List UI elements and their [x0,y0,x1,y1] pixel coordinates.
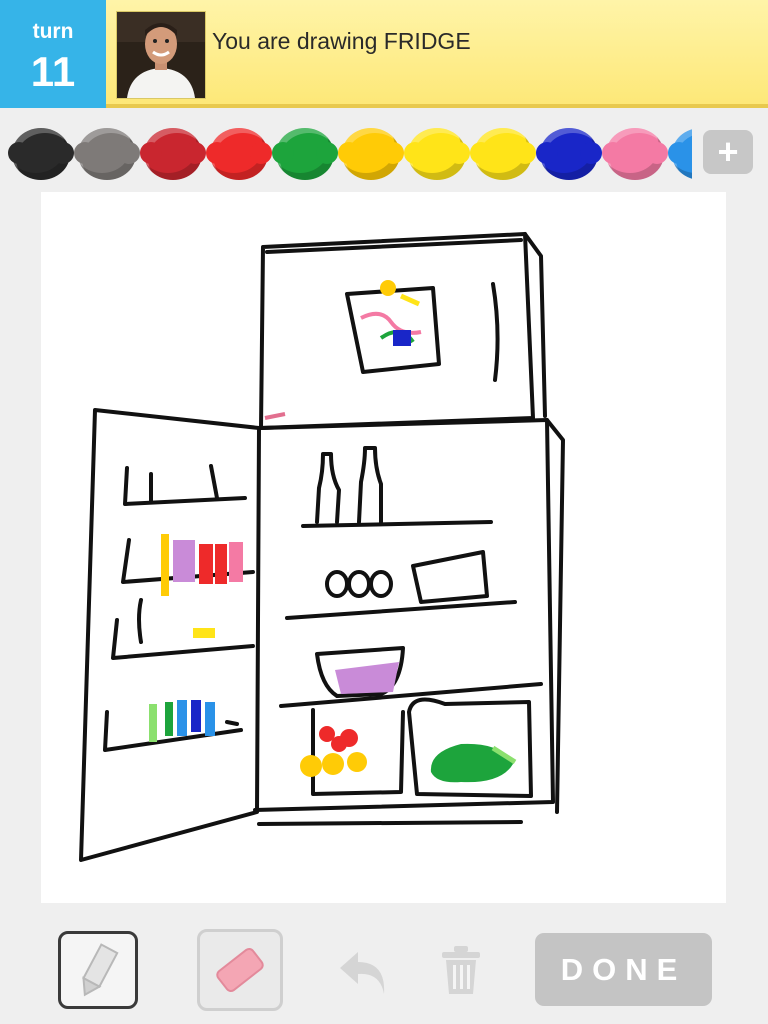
trash-button[interactable] [438,942,484,998]
color-swatch[interactable] [404,128,470,180]
pencil-tool-button[interactable] [58,931,138,1009]
undo-button[interactable] [336,940,392,1000]
fridge-drawing [79,232,565,862]
color-swatch[interactable] [140,128,206,180]
color-swatch[interactable] [470,128,536,180]
palette-scroller[interactable] [0,114,692,192]
turn-number: 11 [30,48,76,95]
trash-icon [442,946,480,994]
eraser-icon [216,948,264,992]
pencil-icon [82,943,119,997]
drawing-canvas[interactable] [41,192,726,903]
color-swatch[interactable] [338,128,404,180]
color-swatch[interactable] [272,128,338,180]
done-button[interactable]: DONE [535,933,712,1006]
more-colors-button[interactable]: + [703,130,753,174]
drawing-prompt: You are drawing FRIDGE [212,28,471,54]
drawing-toolbar: DONE [0,920,768,1024]
color-palette: + [0,114,768,192]
color-swatch[interactable] [74,128,140,180]
turn-label: turn [32,20,74,43]
game-header: turn 11 You are drawing FRIDGE [0,0,768,108]
color-swatch[interactable] [602,128,668,180]
undo-icon [340,952,385,994]
color-swatch[interactable] [8,128,74,180]
color-swatch[interactable] [668,128,692,180]
color-swatch[interactable] [206,128,272,180]
opponent-avatar [116,11,206,99]
turn-counter: turn 11 [0,0,106,108]
color-swatch[interactable] [536,128,602,180]
eraser-tool-button[interactable] [197,929,283,1011]
plus-icon: + [717,131,739,172]
